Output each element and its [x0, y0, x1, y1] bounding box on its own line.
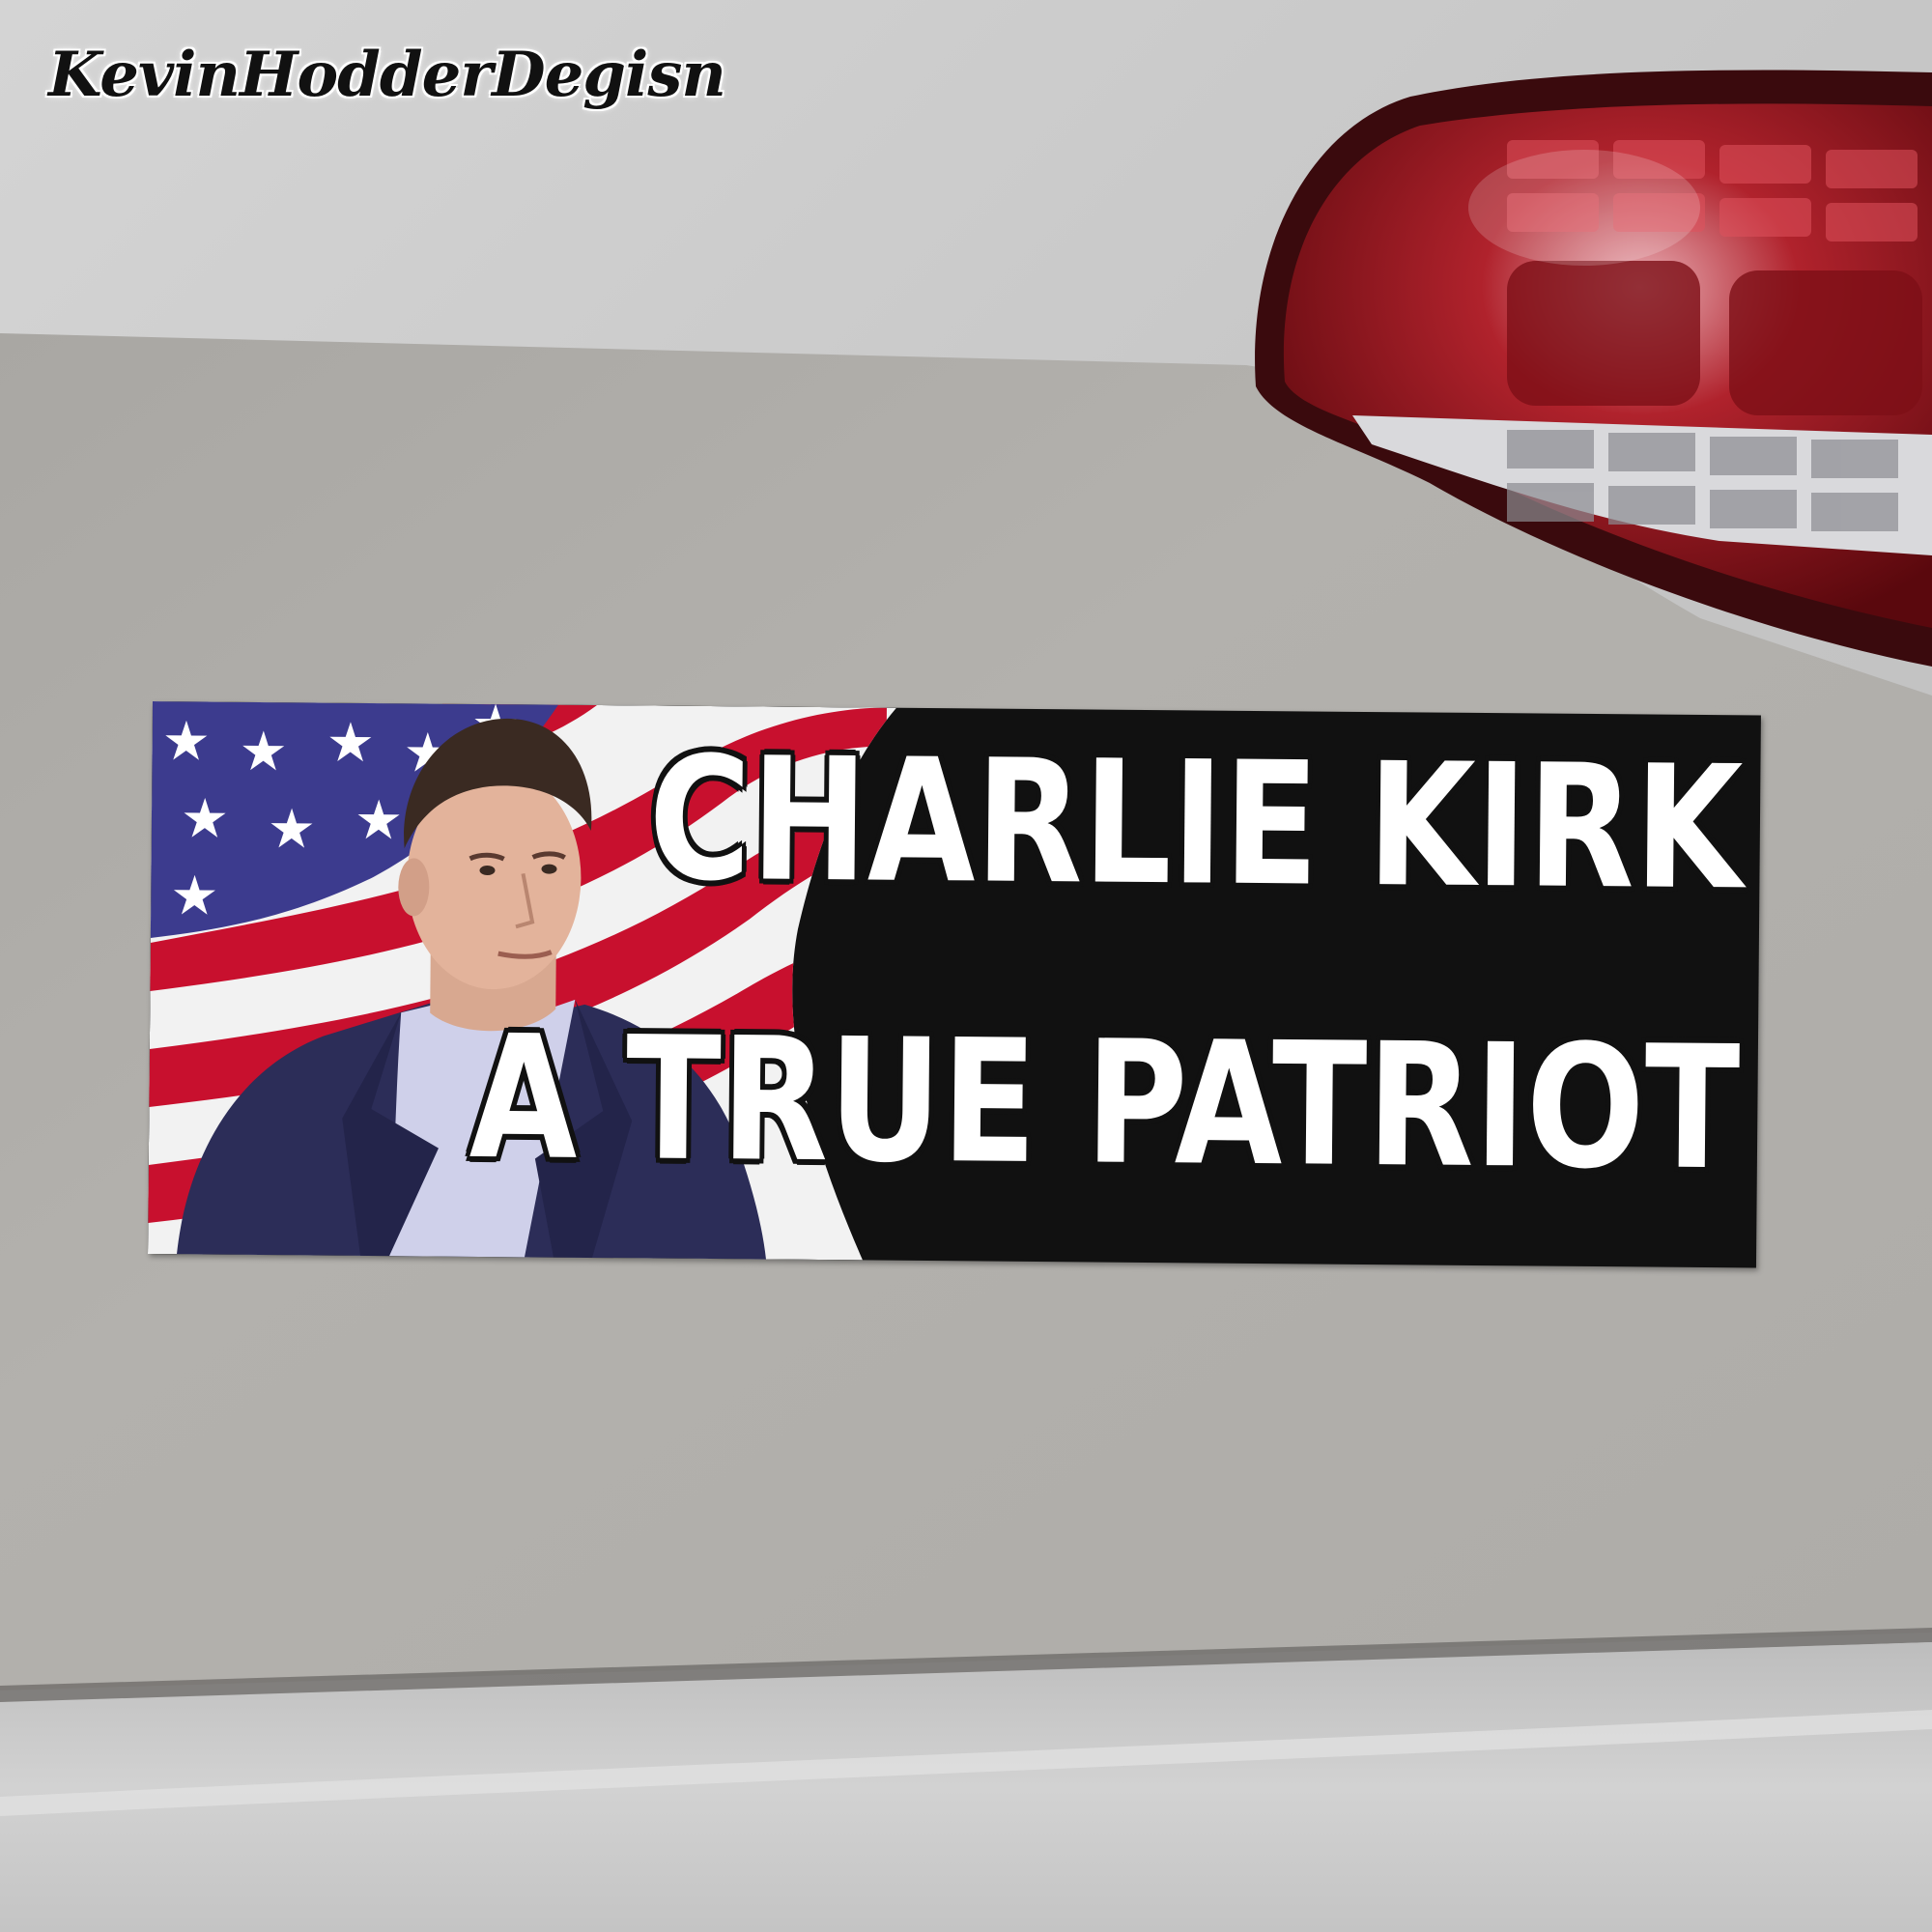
svg-text:★: ★: [181, 787, 230, 850]
sticker-subheadline: A TRUE PATRIOT: [469, 998, 1742, 1208]
svg-text:★: ★: [170, 865, 219, 927]
sticker-headline: CHARLIE KIRK: [647, 720, 1744, 928]
svg-text:★: ★: [355, 789, 404, 852]
product-photo: KevinHodderDegisn ★ ★ ★ ★ ★ ★ ★ ★ CHARLI…: [0, 0, 1932, 1932]
bumper-sticker: ★ ★ ★ ★ ★ ★ ★ ★ ★: [148, 701, 1761, 1268]
svg-text:★: ★: [326, 712, 375, 775]
svg-text:★: ★: [161, 710, 211, 773]
svg-text:★: ★: [239, 721, 288, 783]
brand-watermark: KevinHodderDegisn: [48, 39, 726, 111]
svg-text:★: ★: [268, 798, 317, 861]
